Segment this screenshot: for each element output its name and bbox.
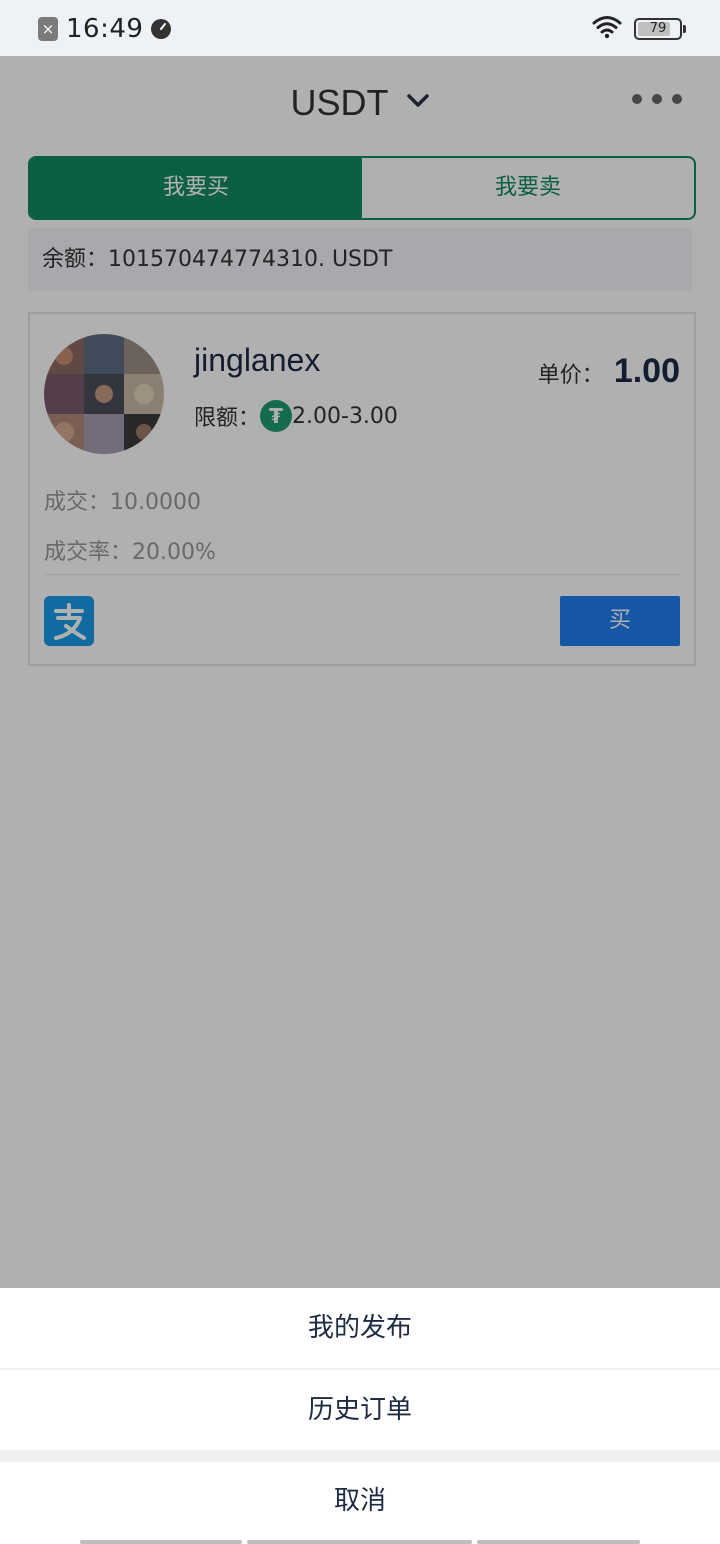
action-my-posts[interactable]: 我的发布 — [0, 1288, 720, 1368]
modal-backdrop[interactable] — [0, 56, 720, 1288]
nav-gesture-bar-center — [247, 1540, 472, 1544]
notification-close-icon: × — [38, 17, 58, 41]
action-sheet: 我的发布 历史订单 取消 — [0, 1288, 720, 1544]
nav-gesture-bar-left — [80, 1540, 242, 1544]
battery-icon: 79 — [634, 18, 686, 40]
status-bar: × 16:49 79 — [0, 0, 720, 56]
speed-dial-icon — [151, 19, 172, 39]
cancel-button[interactable]: 取消 — [0, 1462, 720, 1544]
nav-gesture-bar-right — [477, 1540, 640, 1544]
status-time: 16:49 — [66, 14, 144, 44]
wifi-icon — [592, 15, 622, 43]
action-order-history[interactable]: 历史订单 — [0, 1370, 720, 1450]
